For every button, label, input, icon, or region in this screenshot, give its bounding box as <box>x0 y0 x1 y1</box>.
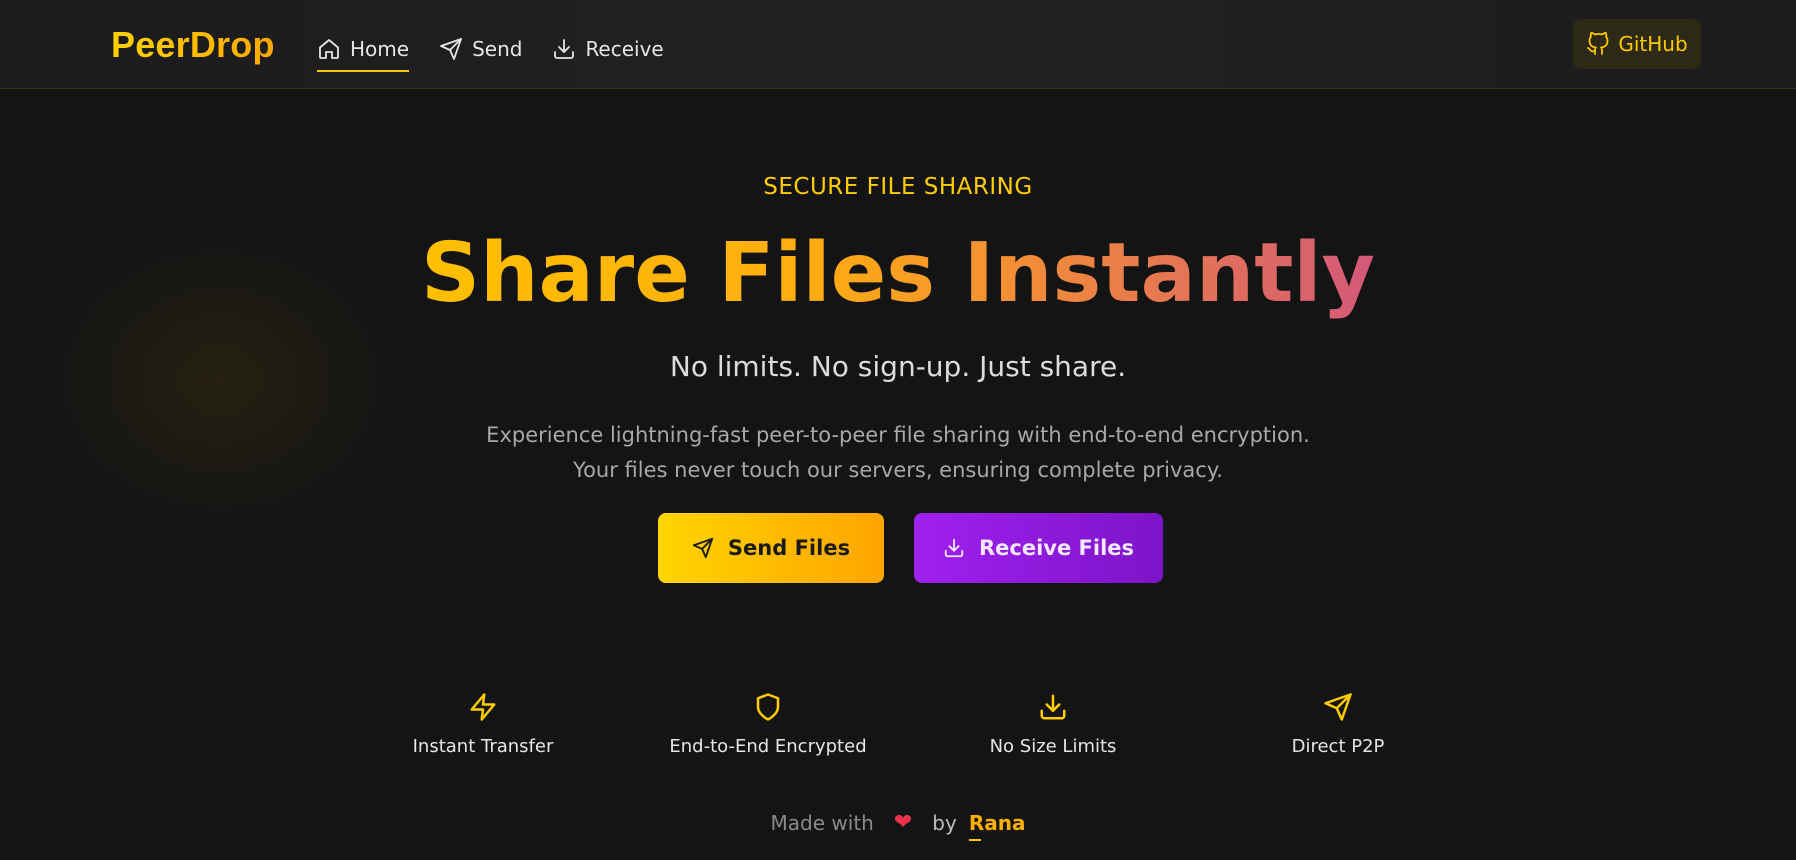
send-icon <box>692 537 714 559</box>
nav-send-label: Send <box>472 37 523 61</box>
feature-label: End-to-End Encrypted <box>669 736 867 757</box>
feature-no-size-limits: No Size Limits <box>923 692 1183 757</box>
hero-tagline: No limits. No sign-up. Just share. <box>669 350 1127 383</box>
feature-label: No Size Limits <box>989 736 1117 757</box>
footer-made-with: Made with <box>770 810 874 835</box>
receive-files-label: Receive Files <box>978 536 1135 560</box>
nav-receive[interactable]: Receive <box>552 28 664 70</box>
download-icon <box>554 39 575 59</box>
footer: Made with ❤ by Rana <box>0 810 1796 841</box>
hero-eyebrow: SECURE FILE SHARING <box>763 174 1033 200</box>
hero-title-text: Share Files Instantly <box>421 226 1375 321</box>
nav-send[interactable]: Send <box>439 28 522 70</box>
receive-files-button[interactable]: Receive Files <box>914 513 1163 583</box>
send-icon <box>440 38 462 60</box>
nav-receive-label: Receive <box>585 37 664 61</box>
nav-home-label: Home <box>350 37 410 61</box>
nav-home[interactable]: Home <box>317 28 410 72</box>
footer-by: by <box>932 810 957 835</box>
send-files-label: Send Files <box>727 536 851 560</box>
author-link[interactable]: Rana <box>968 811 1025 841</box>
download-icon <box>944 538 964 558</box>
hero-title: Share Files Instantly <box>0 226 1796 321</box>
brand-logo[interactable]: PeerDrop <box>111 24 275 66</box>
send-files-button[interactable]: Send Files <box>658 513 884 583</box>
home-icon <box>319 39 339 59</box>
feature-instant-transfer: Instant Transfer <box>353 692 613 757</box>
main-nav: Home Send Receive <box>317 28 664 72</box>
feature-direct-p2p: Direct P2P <box>1208 692 1468 757</box>
github-label: GitHub <box>1618 32 1688 56</box>
send-icon <box>1324 693 1352 721</box>
github-button[interactable]: GitHub <box>1573 19 1701 69</box>
feature-label: Instant Transfer <box>412 736 554 757</box>
feature-encrypted: End-to-End Encrypted <box>638 692 898 757</box>
feature-label: Direct P2P <box>1291 736 1385 757</box>
hero-description: Experience lightning-fast peer-to-peer f… <box>486 423 1310 482</box>
github-icon <box>1587 32 1609 55</box>
download-icon <box>1040 694 1066 720</box>
lightning-icon <box>470 693 496 721</box>
shield-icon <box>756 693 780 721</box>
heart-icon: ❤ <box>893 810 913 835</box>
navbar: PeerDrop Home Send Receive GitHub <box>0 0 1796 89</box>
